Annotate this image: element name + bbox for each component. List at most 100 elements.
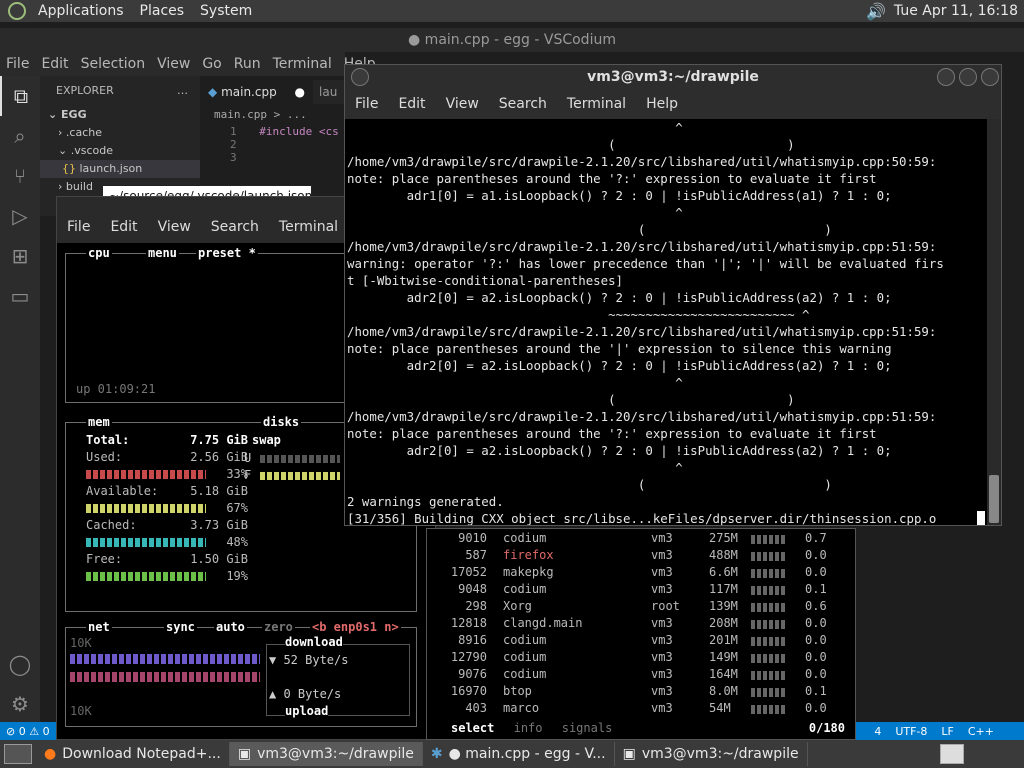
mem-value: 19% — [226, 569, 248, 583]
process-row[interactable]: 587 firefox vm3 488M 0.0 — [427, 548, 857, 565]
process-row[interactable]: 12790 codium vm3 149M 0.0 — [427, 650, 857, 667]
settings-gear-icon[interactable]: ⚙ — [0, 684, 40, 724]
process-row[interactable]: 8916 codium vm3 201M 0.0 — [427, 633, 857, 650]
menu-run[interactable]: Run — [228, 56, 267, 72]
language-status[interactable]: C++ — [968, 725, 994, 738]
task-label: vm3@vm3:~/drawpile — [257, 746, 414, 762]
menu-edit[interactable]: Edit — [35, 56, 74, 72]
menu-view[interactable]: View — [436, 96, 489, 112]
remote-explorer-icon[interactable]: ▭ — [0, 276, 40, 316]
menu-file[interactable]: File — [0, 56, 35, 72]
task-terminal-1[interactable]: ▣ vm3@vm3:~/drawpile — [229, 742, 423, 766]
cpu-label[interactable]: cpu — [86, 246, 112, 260]
applications-menu[interactable]: Applications — [30, 0, 132, 22]
process-mem: 208M — [709, 616, 738, 630]
clock[interactable]: Tue Apr 11, 16:18 — [894, 3, 1018, 19]
process-user: vm3 — [651, 684, 673, 698]
sync-label[interactable]: sync — [164, 620, 197, 634]
account-icon[interactable]: ◯ — [0, 644, 40, 684]
terminal-output[interactable]: ^ ( ) /home/vm3/drawpile/src/drawpile-2.1… — [345, 119, 989, 525]
window-menu-icon[interactable] — [351, 68, 369, 86]
mem-row: 19% — [86, 569, 248, 583]
terminal-scrollbar[interactable] — [987, 119, 1001, 525]
process-row[interactable]: 12818 clangd.main vm3 208M 0.0 — [427, 616, 857, 633]
menu-view[interactable]: View — [151, 56, 196, 72]
preset-label[interactable]: preset * — [196, 246, 258, 260]
process-row[interactable]: 298 Xorg root 139M 0.6 — [427, 599, 857, 616]
menu-file[interactable]: File — [345, 96, 388, 112]
menu-label[interactable]: menu — [146, 246, 179, 260]
zero-label[interactable]: zero — [262, 620, 295, 634]
volume-icon[interactable]: 🔊 — [866, 2, 886, 21]
menu-terminal[interactable]: Terminal — [267, 56, 338, 72]
menu-selection[interactable]: Selection — [75, 56, 152, 72]
process-name: makepkg — [503, 565, 554, 579]
activity-bar: ⧉ ⌕ ⑂ ▷ ⊞ ▭ ◯ ⚙ — [0, 76, 40, 722]
eol-status[interactable]: LF — [941, 725, 953, 738]
process-row[interactable]: 17052 makepkg vm3 6.6M 0.0 — [427, 565, 857, 582]
auto-label[interactable]: auto — [214, 620, 247, 634]
menu-view[interactable]: View — [148, 219, 201, 235]
problems-status[interactable]: ⊘ 0 ⚠ 0 — [0, 725, 50, 738]
system-menu[interactable]: System — [192, 0, 260, 22]
process-pid: 9076 — [458, 667, 487, 681]
source-control-icon[interactable]: ⑂ — [0, 156, 40, 196]
menu-terminal[interactable]: Terminal — [269, 219, 348, 235]
encoding-status[interactable]: UTF-8 — [895, 725, 927, 738]
tree-item-cache[interactable]: › .cache — [40, 124, 200, 142]
select-label[interactable]: select — [435, 721, 494, 735]
close-icon[interactable] — [981, 68, 999, 86]
menu-edit[interactable]: Edit — [388, 96, 435, 112]
show-desktop-icon[interactable] — [4, 744, 32, 764]
menu-terminal[interactable]: Terminal — [557, 96, 636, 112]
menu-go[interactable]: Go — [196, 56, 227, 72]
tab-main-cpp[interactable]: ◆ main.cpp ● — [200, 80, 314, 104]
menu-search[interactable]: Search — [489, 96, 557, 112]
process-mem-graph — [751, 535, 787, 544]
menu-edit[interactable]: Edit — [100, 219, 147, 235]
search-icon[interactable]: ⌕ — [0, 116, 40, 156]
menu-help[interactable]: Help — [636, 96, 688, 112]
task-terminal-2[interactable]: ▣ vm3@vm3:~/drawpile — [615, 742, 808, 766]
net-label[interactable]: net — [86, 620, 112, 634]
process-mem: 149M — [709, 650, 738, 664]
tree-item-vscode[interactable]: ⌄ .vscode — [40, 142, 200, 160]
process-name: firefox — [503, 548, 554, 562]
task-vscodium[interactable]: ✱ ● main.cpp - egg - V... — [423, 742, 615, 766]
extensions-icon[interactable]: ⊞ — [0, 236, 40, 276]
scrollbar-thumb[interactable] — [989, 475, 999, 523]
process-row[interactable]: 9010 codium vm3 275M 0.7 — [427, 531, 857, 548]
disks-label[interactable]: disks — [261, 415, 302, 429]
workspace-switcher-icon[interactable] — [940, 744, 964, 764]
tree-item-launch-json[interactable]: {} launch.json — [40, 160, 200, 178]
terminal-line: /home/vm3/drawpile/src/drawpile-2.1.20/s… — [347, 154, 937, 169]
signals-label[interactable]: signals — [550, 721, 613, 735]
indent-status[interactable]: 4 — [874, 725, 881, 738]
download-rate: ▼ 52 Byte/s — [269, 653, 349, 667]
process-row[interactable]: 9048 codium vm3 117M 0.1 — [427, 582, 857, 599]
distro-logo-icon[interactable] — [8, 2, 26, 20]
explorer-icon[interactable]: ⧉ — [0, 76, 40, 116]
process-row[interactable]: 9076 codium vm3 164M 0.0 — [427, 667, 857, 684]
process-row[interactable]: 403 marco vm3 54M 0.0 — [427, 701, 857, 718]
process-cpu: 0.6 — [805, 599, 827, 613]
menu-file[interactable]: File — [57, 219, 100, 235]
mem-label[interactable]: mem — [86, 415, 112, 429]
run-debug-icon[interactable]: ▷ — [0, 196, 40, 236]
maximize-icon[interactable] — [959, 68, 977, 86]
process-mem: 117M — [709, 582, 738, 596]
tab-launch[interactable]: lau — [313, 85, 343, 99]
upload-graph — [70, 672, 260, 682]
places-menu[interactable]: Places — [132, 0, 193, 22]
download-label: download — [285, 635, 343, 649]
process-pid: 298 — [465, 599, 487, 613]
minimize-icon[interactable] — [937, 68, 955, 86]
info-label[interactable]: info — [502, 721, 543, 735]
more-actions-icon[interactable]: … — [177, 76, 200, 106]
process-count: 0/180 — [808, 721, 845, 735]
process-row[interactable]: 16970 btop vm3 8.0M 0.1 — [427, 684, 857, 701]
folder-egg[interactable]: ⌄ EGG — [40, 106, 200, 124]
menu-search[interactable]: Search — [201, 219, 269, 235]
task-firefox[interactable]: ● Download Notepad+... — [36, 742, 230, 766]
interface-label[interactable]: <b enp0s1 n> — [310, 620, 401, 634]
